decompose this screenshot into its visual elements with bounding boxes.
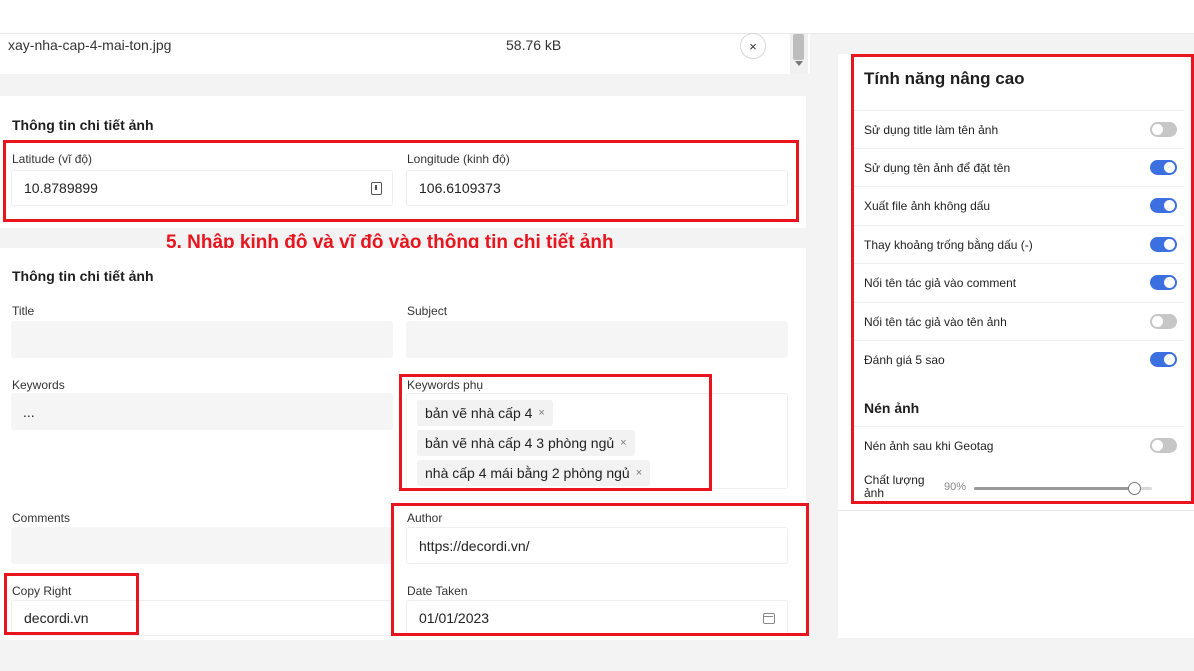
subject-label: Subject bbox=[407, 304, 448, 318]
keywords-label: Keywords bbox=[12, 378, 65, 392]
top-bar bbox=[0, 0, 1194, 34]
card-title: Thông tin chi tiết ảnh bbox=[12, 117, 154, 133]
keywords-value: ... bbox=[23, 403, 35, 420]
file-size: 58.76 kB bbox=[506, 37, 562, 53]
scrollbar-thumb[interactable] bbox=[793, 34, 804, 60]
highlight-copyright bbox=[4, 573, 139, 635]
remove-file-button[interactable]: × bbox=[740, 33, 766, 59]
highlight-coordinates bbox=[3, 140, 799, 222]
comments-input[interactable] bbox=[11, 527, 393, 564]
highlight-advanced-panel bbox=[851, 54, 1194, 504]
comments-label: Comments bbox=[12, 511, 71, 525]
file-name: xay-nha-cap-4-mai-ton.jpg bbox=[8, 37, 172, 53]
file-row: xay-nha-cap-4-mai-ton.jpg 58.76 kB × bbox=[0, 33, 810, 74]
subject-input[interactable] bbox=[406, 321, 788, 358]
title-label: Title bbox=[12, 304, 35, 318]
close-icon: × bbox=[749, 38, 757, 54]
title-input[interactable] bbox=[11, 321, 393, 358]
scroll-down-icon[interactable] bbox=[795, 61, 803, 66]
keywords-input[interactable]: ... bbox=[11, 393, 393, 430]
panel-footer bbox=[838, 510, 1194, 638]
highlight-keywords-sub bbox=[399, 374, 712, 491]
highlight-author-date bbox=[391, 503, 809, 636]
card-title: Thông tin chi tiết ảnh bbox=[12, 268, 154, 284]
scrollbar[interactable] bbox=[790, 34, 808, 74]
